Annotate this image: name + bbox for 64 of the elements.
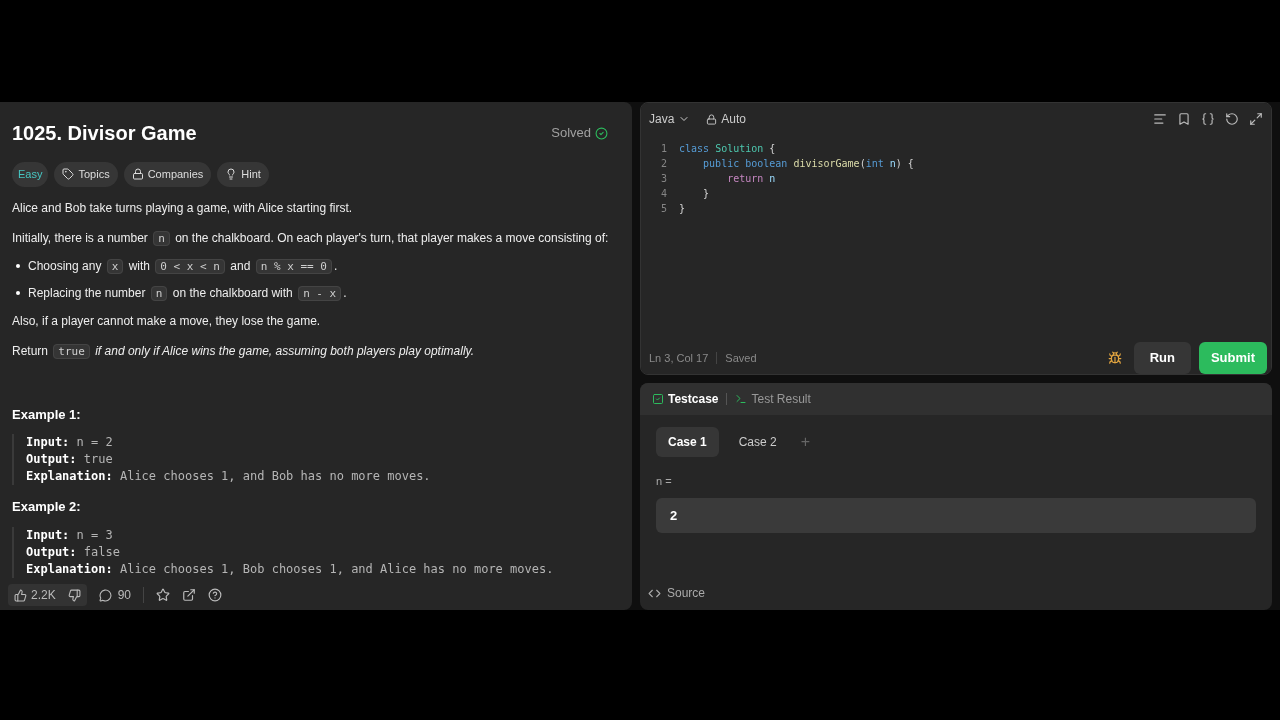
braces-icon[interactable] xyxy=(1201,112,1215,126)
expand-icon[interactable] xyxy=(1249,112,1263,126)
example-line: Input: n = 2 xyxy=(26,434,114,451)
format-icon[interactable] xyxy=(1153,112,1167,126)
example-line: Explanation: Alice chooses 1, Bob chooses 1, and Alice has no more moves. xyxy=(26,560,555,578)
language-dropdown[interactable]: Java xyxy=(649,110,691,128)
difficulty-badge: Easy xyxy=(12,162,49,187)
bullet-icon xyxy=(16,264,20,268)
bullet-text: Choosing any x with 0 < x < n and n % x == 0 . xyxy=(28,258,338,276)
lightbulb-icon xyxy=(225,168,238,181)
lock-icon xyxy=(706,113,718,125)
reset-icon[interactable] xyxy=(1225,112,1239,126)
example-title: Example 2: xyxy=(12,498,82,516)
comments-button[interactable]: 90 xyxy=(98,586,132,604)
example-line: Output: false xyxy=(26,543,121,561)
console-tab[interactable]: Test Result xyxy=(735,390,811,408)
param-label: n = xyxy=(656,474,673,489)
code-line: } xyxy=(679,202,686,216)
star-icon[interactable] xyxy=(156,588,171,602)
tag-button[interactable]: Topics xyxy=(54,162,118,187)
param-input[interactable]: 2 xyxy=(656,497,1256,533)
check-icon xyxy=(595,126,608,140)
help-icon[interactable] xyxy=(208,588,223,602)
lock-icon xyxy=(131,168,144,181)
thumbs-down-icon xyxy=(67,588,81,602)
example-line: Input: n = 3 xyxy=(26,526,114,544)
tag-button[interactable]: Companies xyxy=(123,162,212,187)
source-link[interactable]: Source xyxy=(648,584,706,602)
save-status: Saved xyxy=(725,350,757,366)
line-number: 1 xyxy=(659,142,667,156)
case-tab[interactable]: Case 1 xyxy=(656,427,719,457)
line-number: 2 xyxy=(659,157,667,171)
code-line: public boolean divisorGame(int n) { xyxy=(702,157,914,171)
example-line: Explanation: Alice chooses 1, and Bob has no more moves. xyxy=(26,468,432,485)
problem-title: 1025. Divisor Game xyxy=(12,121,197,146)
thumbs-up-icon xyxy=(14,588,27,602)
paragraph: Alice and Bob take turns playing a game, with Alice starting first. xyxy=(12,199,354,217)
line-number: 4 xyxy=(659,187,667,201)
example-title: Example 1: xyxy=(12,405,82,424)
line-number: 3 xyxy=(659,172,667,186)
solved-status: Solved xyxy=(551,124,591,143)
console-tab[interactable]: Testcase xyxy=(652,390,719,408)
case-tab[interactable]: Case 2 xyxy=(726,427,789,457)
bullet-text: Replacing the number n on the chalkboard with n - x . xyxy=(28,284,347,302)
example-line: Output: true xyxy=(26,451,114,468)
code-line: class Solution { xyxy=(679,142,776,156)
tag-button[interactable]: Hint xyxy=(217,162,269,187)
run-button[interactable]: Run xyxy=(1133,342,1191,374)
share-icon[interactable] xyxy=(182,588,197,602)
bookmark-icon[interactable] xyxy=(1177,112,1191,126)
paragraph: Return true if and only if Alice wins the game, assuming both players play optimally. xyxy=(12,343,476,361)
mode-button[interactable]: Auto xyxy=(706,110,747,128)
cursor-position: Ln 3, Col 17 xyxy=(649,350,709,366)
tag-icon xyxy=(62,168,75,181)
comment-icon xyxy=(98,588,112,602)
checkbox-icon xyxy=(652,393,664,405)
code-line: return n xyxy=(726,172,776,186)
paragraph: Initially, there is a number n on the chalkboard. On each player's turn, that player makes a move consisting of: xyxy=(12,229,610,247)
terminal-icon xyxy=(735,393,748,405)
line-number: 5 xyxy=(659,202,667,216)
paragraph: Also, if a player cannot make a move, they lose the game. xyxy=(12,313,322,330)
code-line: } xyxy=(702,187,710,201)
debug-icon[interactable] xyxy=(1107,351,1122,365)
bullet-icon xyxy=(16,290,20,295)
